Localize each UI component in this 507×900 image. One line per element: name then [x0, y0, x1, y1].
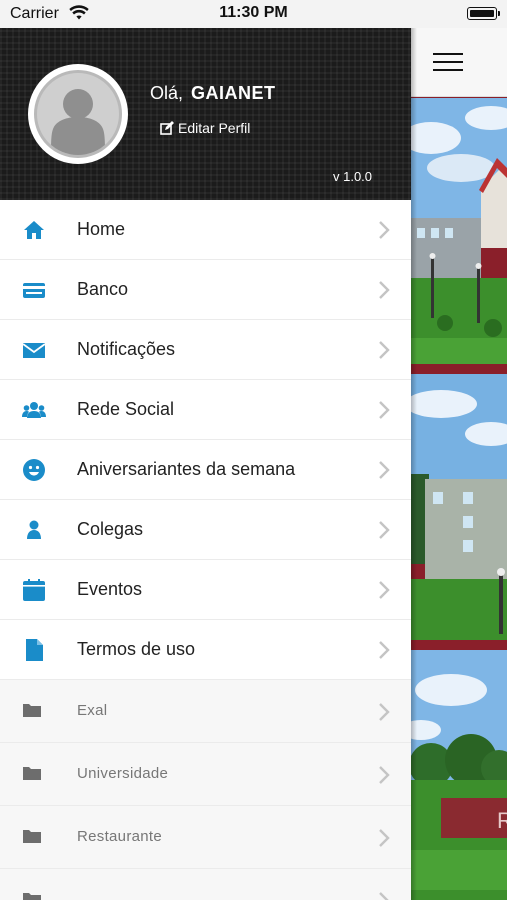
- menu-item-notificacoes[interactable]: Notificações: [0, 320, 411, 380]
- person-icon: [22, 518, 46, 542]
- menu-item-label: Termos de uso: [77, 639, 196, 659]
- menu-item-label: Aniversariantes da semana: [77, 459, 296, 479]
- chevron-right-icon: [377, 701, 391, 723]
- folder-icon: [22, 763, 46, 787]
- chevron-right-icon: [377, 519, 391, 541]
- smiley-icon: [22, 458, 46, 482]
- feed-image-card[interactable]: R: [411, 650, 507, 900]
- users-icon: [22, 398, 46, 422]
- credit-card-icon: [22, 278, 46, 302]
- status-bar: Carrier 11:30 PM: [0, 0, 507, 28]
- main-content: R: [411, 28, 507, 900]
- menu-item-label: Notificações: [77, 339, 176, 359]
- chevron-right-icon: [377, 890, 391, 900]
- calendar-icon: [22, 578, 46, 602]
- chevron-right-icon: [377, 579, 391, 601]
- folder-icon: [22, 826, 46, 850]
- menu-item-label: Colegas: [77, 519, 144, 539]
- edit-profile-label: Editar Perfil: [178, 120, 251, 136]
- folder-label: Exal: [77, 702, 108, 719]
- menu-item-label: Rede Social: [77, 399, 175, 419]
- menu-item-banco[interactable]: Banco: [0, 260, 411, 320]
- menu-list: Home Banco Notificações Rede Social Aniv…: [0, 200, 411, 900]
- user-silhouette-icon: [34, 70, 122, 158]
- menu-folder-universidade[interactable]: Universidade: [0, 743, 411, 806]
- clock: 11:30 PM: [219, 4, 288, 21]
- menu-item-label: Banco: [77, 279, 129, 299]
- menu-item-rede-social[interactable]: Rede Social: [0, 380, 411, 440]
- menu-item-aniversariantes[interactable]: Aniversariantes da semana: [0, 440, 411, 500]
- menu-folder-partial[interactable]: [0, 869, 411, 900]
- home-icon: [22, 218, 46, 242]
- chevron-right-icon: [377, 339, 391, 361]
- chevron-right-icon: [377, 219, 391, 241]
- menu-item-termos[interactable]: Termos de uso: [0, 620, 411, 680]
- menu-item-label: Eventos: [77, 579, 143, 599]
- folder-icon: [22, 889, 46, 900]
- battery-icon: [467, 7, 500, 20]
- top-bar: [411, 28, 507, 97]
- document-icon: [22, 638, 46, 662]
- chevron-right-icon: [377, 399, 391, 421]
- chevron-right-icon: [377, 639, 391, 661]
- hamburger-menu-icon[interactable]: [433, 53, 463, 71]
- svg-text:R: R: [497, 808, 507, 833]
- app-version: v 1.0.0: [333, 169, 373, 184]
- folder-label: Universidade: [77, 765, 169, 782]
- feed-image-card[interactable]: [411, 98, 507, 370]
- folder-label: Restaurante: [77, 828, 163, 845]
- menu-folder-exal[interactable]: Exal: [0, 680, 411, 743]
- profile-header: Olá, GAIANET Editar Perfil v 1.0.0: [0, 28, 411, 200]
- chevron-right-icon: [377, 459, 391, 481]
- greeting-label: Olá,: [150, 83, 184, 103]
- menu-item-colegas[interactable]: Colegas: [0, 500, 411, 560]
- menu-item-label: Home: [77, 219, 126, 239]
- chevron-right-icon: [377, 279, 391, 301]
- avatar[interactable]: [28, 64, 128, 164]
- navigation-drawer: Olá, GAIANET Editar Perfil v 1.0.0 Home B…: [0, 28, 411, 900]
- edit-icon: [160, 121, 174, 138]
- chevron-right-icon: [377, 764, 391, 786]
- menu-folder-restaurante[interactable]: Restaurante: [0, 806, 411, 869]
- edit-profile-link[interactable]: Editar Perfil: [160, 120, 250, 138]
- feed-image-card[interactable]: [411, 374, 507, 646]
- greeting: Olá, GAIANET: [150, 83, 276, 104]
- folder-icon: [22, 700, 46, 724]
- envelope-icon: [22, 338, 46, 362]
- drawer-shadow: [411, 28, 417, 900]
- user-name: GAIANET: [191, 83, 276, 103]
- chevron-right-icon: [377, 827, 391, 849]
- menu-item-home[interactable]: Home: [0, 200, 411, 260]
- menu-item-eventos[interactable]: Eventos: [0, 560, 411, 620]
